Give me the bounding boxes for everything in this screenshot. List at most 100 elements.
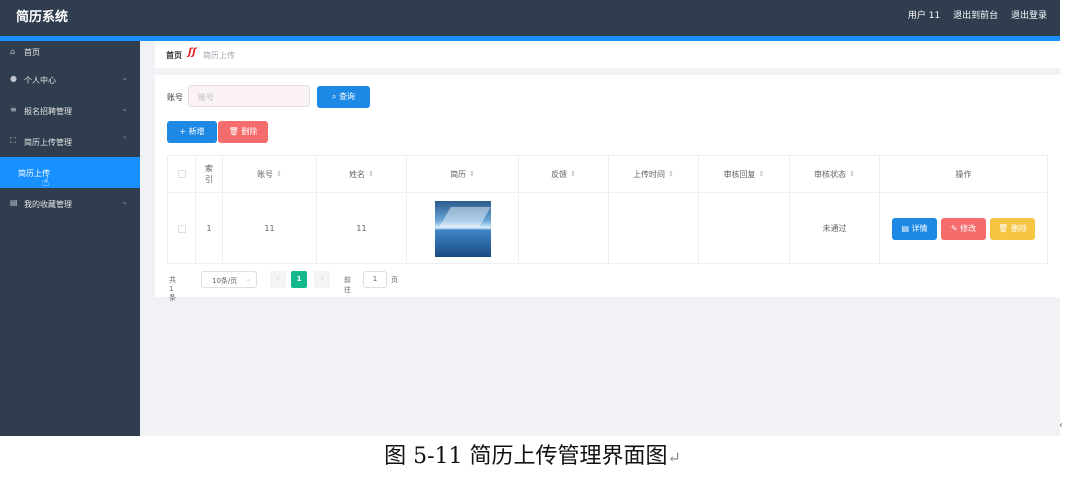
table-row: 1 11 11 未通过 ▤ 详情 ✎ 修改 🗑 删除 xyxy=(168,193,1047,264)
resume-table: 索引 账号 ⇕ 姓名 ⇕ 简历 ⇕ 反馈 ⇕ 上传时间 ⇕ 审核回复 ⇕ 审核状… xyxy=(167,155,1048,264)
goto-page-input[interactable]: 1 xyxy=(363,271,387,288)
plus-icon: + xyxy=(179,127,187,136)
sidebar-item-label: 我的收藏管理 xyxy=(24,200,72,209)
sort-icon[interactable]: ⇕ xyxy=(368,170,374,178)
app-window: 简历系统 用户 11 退出到前台 退出登录 ⌂ 首页 ● 个人中心 ⌄ ≡ 报名… xyxy=(0,0,1060,436)
main-panel: 账号 账号 ⌕ 查询 + 新增 🗑 删除 索引 账号 ⇕ 姓名 ⇕ 简历 ⇕ 反… xyxy=(155,75,1060,302)
sort-icon[interactable]: ⇕ xyxy=(276,170,282,178)
cell-upload-time xyxy=(609,193,699,264)
header-feedback[interactable]: 反馈 ⇕ xyxy=(519,156,609,192)
sidebar-item-label: 首页 xyxy=(24,48,40,57)
figure-caption: 图 5-11 简历上传管理界面图↵ xyxy=(0,438,1065,470)
sidebar-item-personal-center[interactable]: ● 个人中心 ⌄ xyxy=(0,64,140,95)
sidebar-item-recruitment[interactable]: ≡ 报名招聘管理 ⌄ xyxy=(0,95,140,126)
sort-icon[interactable]: ⇕ xyxy=(570,170,576,178)
next-page-button[interactable]: › xyxy=(314,271,330,288)
sidebar: ⌂ 首页 ● 个人中心 ⌄ ≡ 报名招聘管理 ⌄ ⛶ 简历上传管理 ⌃ 简历上传… xyxy=(0,41,140,436)
logout-link[interactable]: 退出登录 xyxy=(1011,11,1047,21)
cell-review-reply xyxy=(699,193,790,264)
chevron-down-icon: ⌄ xyxy=(121,197,128,206)
exit-to-frontend-link[interactable]: 退出到前台 xyxy=(953,11,998,21)
sort-icon[interactable]: ⇕ xyxy=(668,170,674,178)
header-review-reply[interactable]: 审核回复 ⇕ xyxy=(699,156,790,192)
search-label: 账号 xyxy=(167,93,183,102)
sidebar-item-resume-upload[interactable]: 简历上传 ☝ xyxy=(0,157,140,189)
column-header-label: 姓名 xyxy=(349,169,366,179)
chevron-up-icon: ⌃ xyxy=(121,135,128,144)
folder-icon: ▤ xyxy=(10,198,18,207)
detail-button-label: 详情 xyxy=(911,223,928,233)
header-review-status[interactable]: 审核状态 ⇕ xyxy=(790,156,880,192)
table-header: 索引 账号 ⇕ 姓名 ⇕ 简历 ⇕ 反馈 ⇕ 上传时间 ⇕ 审核回复 ⇕ 审核状… xyxy=(168,156,1047,193)
chevron-right-icon: › xyxy=(320,275,324,283)
delete-button-label: 删除 xyxy=(241,127,258,136)
search-button[interactable]: ⌕ 查询 xyxy=(317,86,370,108)
add-button-label: 新增 xyxy=(188,127,205,136)
row-checkbox[interactable] xyxy=(177,224,186,233)
cell-account: 11 xyxy=(223,193,317,264)
row-delete-button[interactable]: 🗑 删除 xyxy=(990,217,1035,240)
sidebar-item-resume-upload-mgmt[interactable]: ⛶ 简历上传管理 ⌃ xyxy=(0,126,140,157)
row-checkbox-cell xyxy=(168,193,196,264)
column-header-label: 简历 xyxy=(450,169,467,179)
index-header-label: 索引 xyxy=(205,164,213,184)
column-header-label: 审核状态 xyxy=(814,169,847,179)
expand-icon: ⛶ xyxy=(10,136,16,145)
document-icon: ▤ xyxy=(901,223,909,233)
header-resume[interactable]: 简历 ⇕ xyxy=(407,156,519,192)
user-area: 用户 11 退出到前台 退出登录 xyxy=(898,8,1047,21)
cell-actions: ▤ 详情 ✎ 修改 🗑 删除 xyxy=(880,193,1047,264)
top-bar: 简历系统 用户 11 退出到前台 退出登录 xyxy=(0,0,1060,36)
edge-arrow-icon: ‹ xyxy=(1059,420,1063,431)
column-header-label: 上传时间 xyxy=(633,169,666,179)
column-header-label: 审核回复 xyxy=(723,169,756,179)
column-header-label: 账号 xyxy=(257,169,274,179)
pencil-icon: ✎ xyxy=(950,223,958,233)
header-upload-time[interactable]: 上传时间 ⇕ xyxy=(609,156,699,192)
app-title: 简历系统 xyxy=(16,10,69,25)
header-index: 索引 xyxy=(196,156,223,192)
return-mark-icon: ↵ xyxy=(667,448,681,467)
chevron-left-icon: ‹ xyxy=(276,275,280,283)
breadcrumb-logo-icon: ʃʃ xyxy=(188,47,197,58)
search-button-label: 查询 xyxy=(339,92,356,101)
hand-cursor-icon: ☝ xyxy=(42,175,50,189)
search-input[interactable]: 账号 xyxy=(188,85,310,107)
cell-name: 11 xyxy=(317,193,407,264)
sidebar-item-home[interactable]: ⌂ 首页 xyxy=(0,41,140,64)
list-icon: ≡ xyxy=(10,105,17,114)
header-name[interactable]: 姓名 ⇕ xyxy=(317,156,407,192)
breadcrumb: 首页 ʃʃ 简历上传 xyxy=(155,41,1060,68)
sidebar-item-label: 简历上传管理 xyxy=(24,138,72,147)
edit-button-label: 修改 xyxy=(960,223,977,233)
add-button[interactable]: + 新增 xyxy=(167,121,217,143)
page-number-current[interactable]: 1 xyxy=(291,271,307,288)
user-name: 用户 11 xyxy=(907,11,941,21)
breadcrumb-home[interactable]: 首页 xyxy=(166,50,182,61)
page-size-select[interactable]: 10条/页 ⌄ xyxy=(201,271,257,288)
select-all-checkbox[interactable] xyxy=(177,170,186,178)
sidebar-item-favorites[interactable]: ▤ 我的收藏管理 ⌄ xyxy=(0,188,140,219)
page-size-value: 10条/页 xyxy=(212,277,238,285)
chevron-down-icon: ⌄ xyxy=(121,73,128,82)
trash-icon: 🗑 xyxy=(998,223,1009,233)
detail-button[interactable]: ▤ 详情 xyxy=(892,217,937,240)
batch-delete-button[interactable]: 🗑 删除 xyxy=(218,121,268,143)
search-icon: ⌕ xyxy=(331,92,337,101)
home-icon: ⌂ xyxy=(10,47,16,56)
edit-button[interactable]: ✎ 修改 xyxy=(941,217,986,240)
sort-icon[interactable]: ⇕ xyxy=(849,170,855,178)
trash-icon: 🗑 xyxy=(228,127,239,136)
caption-text: 图 5-11 简历上传管理界面图 xyxy=(384,444,668,469)
prev-page-button[interactable]: ‹ xyxy=(270,271,286,288)
sort-icon[interactable]: ⇕ xyxy=(759,170,765,178)
goto-label: 前往 xyxy=(344,276,351,294)
cell-feedback xyxy=(519,193,609,264)
pagination-total: 共 1 条 xyxy=(169,276,176,302)
header-account[interactable]: 账号 ⇕ xyxy=(223,156,317,192)
row-delete-button-label: 删除 xyxy=(1010,223,1027,233)
user-icon: ● xyxy=(10,74,17,83)
resume-thumbnail[interactable] xyxy=(434,200,491,257)
sort-icon[interactable]: ⇕ xyxy=(469,170,475,178)
page-unit-label: 页 xyxy=(391,276,398,284)
